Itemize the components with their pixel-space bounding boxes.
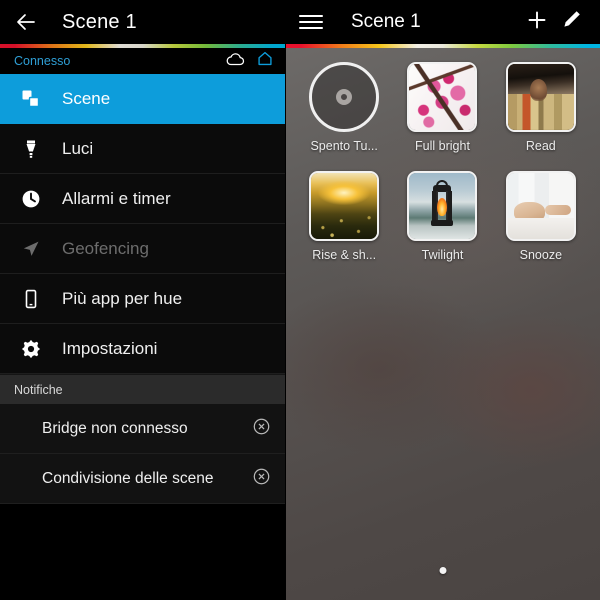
scene-thumbnail xyxy=(407,171,478,241)
scene-label: Full bright xyxy=(415,139,470,153)
sidebar-item-label: Geofencing xyxy=(62,238,149,258)
scene-thumbnail xyxy=(309,171,380,241)
scene-label: Twilight xyxy=(421,248,464,262)
clock-icon xyxy=(16,184,46,214)
scene-label: Read xyxy=(525,139,556,153)
plus-icon xyxy=(526,9,548,36)
right-top-bar: Scene 1 xyxy=(285,0,600,44)
scenes-icon xyxy=(16,84,46,114)
scene-label: Rise & sh... xyxy=(312,248,377,262)
hamburger-icon[interactable] xyxy=(299,15,333,29)
notification-label: Condivisione delle scene xyxy=(42,469,214,487)
notification-label: Bridge non connesso xyxy=(42,419,188,437)
scene-grid: Spento Tu... Full bright Read Rise & sh.… xyxy=(285,48,600,262)
lantern-art xyxy=(429,180,455,232)
notifications-header: Notifiche xyxy=(0,374,285,404)
sidebar-item-label: Scene xyxy=(62,88,111,108)
app-screen: Scene 1 Connesso Scene Luci Allarmi e ti… xyxy=(0,0,600,600)
sidebar-item-label: Più app per hue xyxy=(62,288,183,308)
sidebar-item-impostazioni[interactable]: Impostazioni xyxy=(0,324,285,374)
scene-tile-twilight[interactable]: Twilight xyxy=(393,171,491,262)
sidebar-item-label: Luci xyxy=(62,138,94,158)
bridge-status-label: Connesso xyxy=(14,54,71,68)
back-button[interactable] xyxy=(4,0,48,44)
sidebar-item-geofencing[interactable]: Geofencing xyxy=(0,224,285,274)
sidebar-item-label: Impostazioni xyxy=(62,338,158,358)
scene-tile-rise-and-shine[interactable]: Rise & sh... xyxy=(295,171,393,262)
scene-tile-spento-tutto[interactable]: Spento Tu... xyxy=(295,62,393,153)
close-circle-icon[interactable] xyxy=(252,467,271,491)
scene-thumbnail xyxy=(407,62,478,132)
navigation-drawer: Scene 1 Connesso Scene Luci Allarmi e ti… xyxy=(0,0,285,600)
scenes-panel: Scene 1 Spento Tu... Full bright Read Ri… xyxy=(285,0,600,600)
smartphone-icon xyxy=(16,284,46,314)
scene-tile-snooze[interactable]: Snooze xyxy=(492,171,590,262)
rainbow-accent-strip-left xyxy=(0,44,285,48)
sidebar-item-allarmi-e-timer[interactable]: Allarmi e timer xyxy=(0,174,285,224)
scene-tile-read[interactable]: Read xyxy=(492,62,590,153)
scene-label: Snooze xyxy=(519,248,563,262)
page-indicator-dot[interactable] xyxy=(439,567,446,574)
scene-tile-full-bright[interactable]: Full bright xyxy=(393,62,491,153)
power-off-icon xyxy=(309,62,380,132)
edit-button[interactable] xyxy=(554,5,588,39)
location-icon xyxy=(16,234,46,264)
left-top-bar: Scene 1 xyxy=(0,0,285,44)
sidebar-item-luci[interactable]: Luci xyxy=(0,124,285,174)
sidebar-item-label: Allarmi e timer xyxy=(62,188,171,208)
pencil-icon xyxy=(561,9,582,35)
sidebar-item-scene[interactable]: Scene xyxy=(0,74,285,124)
scene-label: Spento Tu... xyxy=(310,139,378,153)
gear-icon xyxy=(16,334,46,364)
left-panel-title: Scene 1 xyxy=(62,10,137,33)
home-icon[interactable] xyxy=(257,51,273,71)
scene-grid-container: Spento Tu... Full bright Read Rise & sh.… xyxy=(285,48,600,600)
bulb-icon xyxy=(16,134,46,164)
drawer-menu: Scene Luci Allarmi e timer Geofencing Pi… xyxy=(0,74,285,374)
cloud-icon[interactable] xyxy=(226,52,245,71)
notification-item[interactable]: Bridge non connesso xyxy=(0,404,285,454)
notification-item[interactable]: Condivisione delle scene xyxy=(0,454,285,504)
scene-thumbnail xyxy=(505,171,576,241)
scene-thumbnail xyxy=(505,62,576,132)
add-scene-button[interactable] xyxy=(520,5,554,39)
arrow-left-icon xyxy=(14,10,38,34)
bridge-status-row[interactable]: Connesso xyxy=(0,48,285,74)
close-circle-icon[interactable] xyxy=(252,417,271,441)
panel-divider xyxy=(285,0,286,600)
sidebar-item-piu-app-per-hue[interactable]: Più app per hue xyxy=(0,274,285,324)
right-panel-title: Scene 1 xyxy=(351,11,421,32)
